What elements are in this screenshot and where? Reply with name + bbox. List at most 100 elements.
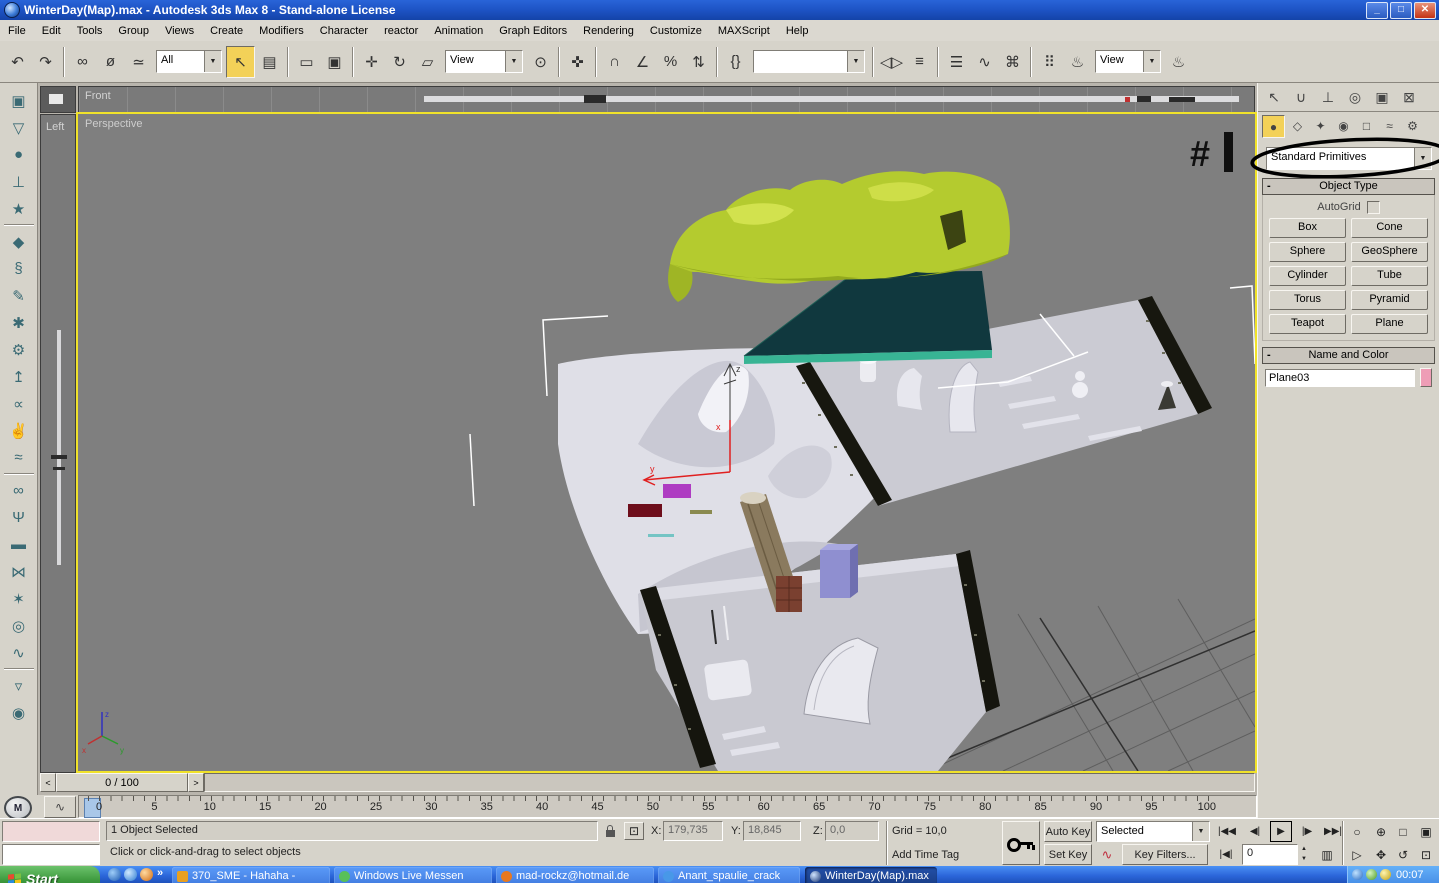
- menu-group[interactable]: Group: [110, 22, 157, 40]
- unlink-selection-button[interactable]: ø: [97, 47, 124, 77]
- menu-modifiers[interactable]: Modifiers: [251, 22, 312, 40]
- reference-coordinate-system-dropdown[interactable]: View ▼: [445, 50, 523, 73]
- reactor-gear-icon[interactable]: ⚙: [5, 336, 33, 363]
- plane-button[interactable]: Plane: [1351, 314, 1428, 334]
- select-and-rotate-button[interactable]: ↻: [386, 47, 413, 77]
- curve-editor-button[interactable]: ∿: [971, 47, 998, 77]
- cylinder-button[interactable]: Cylinder: [1269, 266, 1346, 286]
- time-slider-next-button[interactable]: >: [188, 773, 204, 792]
- bind-to-space-warp-button[interactable]: ≃: [125, 47, 152, 77]
- rope-collection-icon[interactable]: ⊥: [5, 168, 33, 195]
- object-type-header[interactable]: - Object Type: [1262, 178, 1435, 195]
- menu-rendering[interactable]: Rendering: [575, 22, 642, 40]
- tray-icon-2[interactable]: [1366, 869, 1377, 880]
- schematic-view-button[interactable]: ⌘: [999, 47, 1026, 77]
- tab-create-icon[interactable]: ↖: [1261, 85, 1287, 109]
- track-bar[interactable]: 0 5 10 15 20 25 30 35 40 45 50 55 60 65 …: [78, 795, 1257, 818]
- maximize-button[interactable]: □: [1390, 2, 1412, 19]
- object-name-input[interactable]: [1265, 369, 1415, 387]
- apply-soft-body-modifier-icon[interactable]: ◉: [5, 699, 33, 726]
- previous-frame-button[interactable]: ◀|: [1244, 821, 1266, 842]
- zoom-extents-all-button[interactable]: ▣: [1415, 821, 1437, 842]
- x-coordinate-field[interactable]: 179,735: [663, 821, 723, 841]
- cone-button[interactable]: Cone: [1351, 218, 1428, 238]
- menu-views[interactable]: Views: [157, 22, 202, 40]
- redo-button[interactable]: ↷: [32, 47, 59, 77]
- select-and-link-button[interactable]: ∞: [69, 47, 96, 77]
- viewport-front[interactable]: Front: [78, 86, 1255, 113]
- current-frame-field[interactable]: 0: [1242, 844, 1298, 865]
- viewport-perspective[interactable]: Perspective: [76, 112, 1257, 773]
- maxscript-listener-white[interactable]: [2, 844, 100, 865]
- reactor-spring-icon[interactable]: §: [5, 255, 33, 282]
- zoom-all-button[interactable]: ⊕: [1370, 821, 1392, 842]
- category-cameras-icon[interactable]: ◉: [1333, 115, 1354, 136]
- zoom-button[interactable]: ○: [1346, 821, 1368, 842]
- creation-type-dropdown[interactable]: Standard Primitives ▼: [1266, 147, 1432, 170]
- category-systems-icon[interactable]: ⚙: [1402, 115, 1423, 136]
- layer-manager-button[interactable]: ☰: [943, 47, 970, 77]
- taskbar-task-1[interactable]: 370_SME - Hahaha -: [172, 867, 330, 883]
- box-button[interactable]: Box: [1269, 218, 1346, 238]
- time-configuration-button[interactable]: ▥: [1316, 844, 1338, 865]
- reactor-wind-icon[interactable]: ↥: [5, 363, 33, 390]
- tab-modify-icon[interactable]: ∪: [1288, 85, 1314, 109]
- z-coordinate-field[interactable]: 0,0: [825, 821, 879, 841]
- viewport-left[interactable]: Left: [40, 114, 76, 773]
- maxscript-mini-listener-icon[interactable]: M: [4, 796, 32, 820]
- snap-toggle-button[interactable]: ∩: [601, 47, 628, 77]
- align-button[interactable]: ≡: [906, 47, 933, 77]
- menu-character[interactable]: Character: [312, 22, 376, 40]
- maxscript-listener-pink[interactable]: [2, 821, 100, 842]
- key-filters-button[interactable]: Key Filters...: [1122, 844, 1208, 865]
- geosphere-button[interactable]: GeoSphere: [1351, 242, 1428, 262]
- frame-spinner-down[interactable]: ▼: [1298, 854, 1310, 864]
- title-bar[interactable]: WinterDay(Map).max - Autodesk 3ds Max 8 …: [0, 0, 1439, 20]
- menu-animation[interactable]: Animation: [426, 22, 491, 40]
- reactor-water-icon[interactable]: ≈: [5, 444, 33, 471]
- window-crossing-toggle-button[interactable]: ▣: [321, 47, 348, 77]
- menu-help[interactable]: Help: [778, 22, 817, 40]
- open-mini-curve-editor-button[interactable]: ∿: [44, 796, 76, 818]
- taskbar-task-2[interactable]: Windows Live Messen: [334, 867, 492, 883]
- reactor-toy-car-icon[interactable]: ∞: [5, 477, 33, 504]
- reactor-plane-icon[interactable]: ◆: [5, 228, 33, 255]
- named-selection-sets-button[interactable]: {}: [722, 47, 749, 77]
- sphere-button[interactable]: Sphere: [1269, 242, 1346, 262]
- menu-file[interactable]: File: [0, 22, 34, 40]
- object-color-swatch[interactable]: [1420, 368, 1432, 387]
- taskbar-task-3[interactable]: mad-rockz@hotmail.de: [496, 867, 654, 883]
- select-object-button[interactable]: ↖: [226, 46, 255, 78]
- undo-button[interactable]: ↶: [4, 47, 31, 77]
- set-key-button[interactable]: Set Key: [1044, 844, 1092, 865]
- taskbar-task-4[interactable]: Anant_spaulie_crack: [658, 867, 800, 883]
- mirror-button[interactable]: ◁▷: [878, 47, 905, 77]
- tab-hierarchy-icon[interactable]: ⊥: [1315, 85, 1341, 109]
- menu-customize[interactable]: Customize: [642, 22, 710, 40]
- close-button[interactable]: ✕: [1414, 2, 1436, 19]
- select-by-name-button[interactable]: ▤: [256, 47, 283, 77]
- field-of-view-button[interactable]: ▷: [1346, 844, 1368, 865]
- menu-reactor[interactable]: reactor: [376, 22, 426, 40]
- pyramid-button[interactable]: Pyramid: [1351, 290, 1428, 310]
- category-lights-icon[interactable]: ✦: [1310, 115, 1331, 136]
- viewport-top[interactable]: [40, 86, 76, 113]
- apply-cloth-modifier-icon[interactable]: ▿: [5, 672, 33, 699]
- tab-motion-icon[interactable]: ◎: [1342, 85, 1368, 109]
- render-scene-dialog-button[interactable]: ♨: [1064, 47, 1091, 77]
- rigid-body-collection-icon[interactable]: ▣: [5, 87, 33, 114]
- reactor-plank-icon[interactable]: ▬: [5, 531, 33, 558]
- reactor-damper-icon[interactable]: ✎: [5, 282, 33, 309]
- render-type-dropdown[interactable]: View ▼: [1095, 50, 1161, 73]
- auto-key-button[interactable]: Auto Key: [1044, 821, 1092, 842]
- deforming-mesh-collection-icon[interactable]: ★: [5, 195, 33, 222]
- menu-maxscript[interactable]: MAXScript: [710, 22, 778, 40]
- quick-launch-icon-2[interactable]: [124, 868, 137, 881]
- angle-snap-toggle-button[interactable]: ∠: [629, 47, 656, 77]
- percent-snap-toggle-button[interactable]: %: [657, 47, 684, 77]
- menu-create[interactable]: Create: [202, 22, 251, 40]
- selection-lock-toggle[interactable]: [601, 821, 619, 841]
- category-geometry-icon[interactable]: ●: [1262, 115, 1285, 138]
- zoom-extents-button[interactable]: □: [1392, 821, 1414, 842]
- default-in-out-tangents-button[interactable]: ∿: [1096, 844, 1118, 865]
